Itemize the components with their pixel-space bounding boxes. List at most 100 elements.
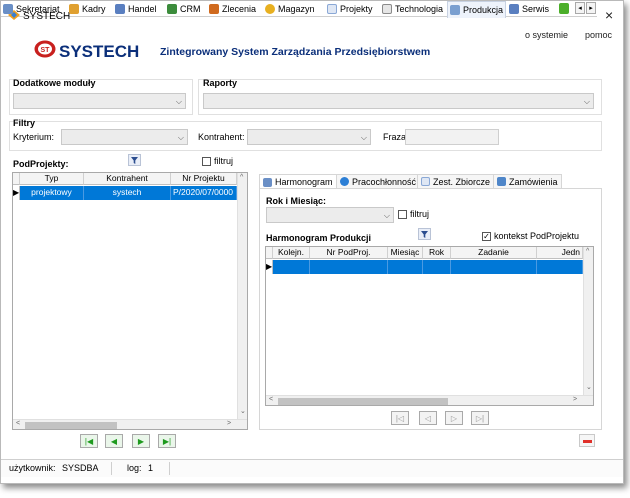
tab-zest-zbiorcze[interactable]: Zest. Zbiorcze	[417, 174, 495, 188]
status-bar: użytkownik: SYSDBA log: 1	[1, 459, 623, 477]
row-pointer-icon: ▶	[266, 260, 273, 274]
tab-pracochlonnosc[interactable]: Pracochłonność	[336, 174, 421, 188]
handshake-icon	[115, 4, 125, 14]
table-row-cell[interactable]	[451, 260, 537, 274]
additional-modules-select[interactable]: ⌵	[13, 93, 186, 109]
brand-logo-icon: ST	[34, 40, 56, 58]
chevron-down-icon: ⌵	[383, 211, 390, 220]
chart-icon	[167, 4, 177, 14]
funnel-icon[interactable]	[418, 228, 431, 240]
chevron-down-icon: ⌵	[583, 97, 590, 106]
schedule-title: Harmonogram Produkcji	[266, 233, 372, 243]
module-zlecenia[interactable]: Zlecenia	[209, 2, 256, 16]
log-value: 1	[148, 463, 154, 473]
people-icon	[69, 4, 79, 14]
next-record-icon[interactable]: ▷	[445, 411, 463, 425]
module-menu-bar: Sekretariat Kadry Handel CRM Zlecenia Ma…	[1, 1, 597, 18]
folder-icon	[3, 4, 13, 14]
table-row-cell[interactable]	[273, 260, 310, 274]
subprojects-filter-label: filtruj	[214, 156, 234, 166]
table-row-cell[interactable]	[537, 260, 583, 274]
criterion-select[interactable]: ⌵	[61, 129, 188, 145]
vertical-scrollbar[interactable]: ^ ⌄	[583, 247, 593, 395]
module-crm[interactable]: CRM	[167, 2, 201, 16]
table-row-cell-typ[interactable]: projektowy	[20, 186, 84, 200]
horizontal-scrollbar[interactable]: < >	[266, 395, 593, 405]
brand-title: SYSTECH	[59, 42, 140, 61]
table-row-cell[interactable]	[388, 260, 423, 274]
contractor-select[interactable]: ⌵	[247, 129, 371, 145]
module-projekty[interactable]: Projekty	[327, 2, 373, 16]
tab-zamowienia[interactable]: Zamówienia	[493, 174, 562, 188]
horizontal-scrollbar[interactable]: < >	[13, 419, 247, 429]
order-icon	[497, 177, 506, 186]
user-value: SYSDBA	[62, 463, 99, 473]
col-jedn[interactable]: Jedn	[537, 247, 583, 259]
refresh-icon	[340, 177, 349, 186]
delete-button[interactable]	[579, 434, 595, 447]
module-handel[interactable]: Handel	[115, 2, 157, 16]
funnel-icon[interactable]	[128, 154, 141, 166]
factory-icon	[450, 5, 460, 15]
chevron-down-icon: ⌵	[177, 133, 184, 142]
col-zadanie[interactable]: Zadanie	[451, 247, 537, 259]
menu-about[interactable]: o systemie	[525, 30, 568, 40]
col-miesiac[interactable]: Miesiąc	[388, 247, 423, 259]
menu-help[interactable]: pomoc	[585, 30, 612, 40]
svg-text:ST: ST	[41, 47, 51, 54]
puzzle-icon[interactable]	[559, 3, 569, 14]
module-magazyn[interactable]: Magazyn	[265, 2, 315, 16]
year-month-select[interactable]: ⌵	[266, 207, 394, 223]
context-label: kontekst PodProjektu	[494, 231, 580, 241]
scroll-left-icon[interactable]: ◂	[575, 2, 585, 14]
schedule-grid[interactable]: Kolejn. Nr PodProj. Miesiąc Rok Zadanie …	[265, 246, 594, 406]
module-sekretariat[interactable]: Sekretariat	[3, 2, 60, 16]
subprojects-label: PodProjekty:	[13, 159, 69, 169]
close-button[interactable]: ×	[605, 7, 613, 23]
year-month-filter-checkbox[interactable]	[398, 210, 407, 219]
prev-record-icon[interactable]: ◁	[419, 411, 437, 425]
first-record-icon[interactable]: |◁	[391, 411, 409, 425]
app-window: SYSTECH × o systemie pomoc ST SYSTECH Zi…	[0, 0, 624, 484]
col-typ[interactable]: Typ	[20, 173, 84, 185]
last-record-icon[interactable]: ▷|	[471, 411, 489, 425]
minus-icon	[583, 440, 592, 443]
prev-record-icon[interactable]: ◀	[105, 434, 123, 448]
module-kadry[interactable]: Kadry	[69, 2, 106, 16]
gear-document-icon	[382, 4, 392, 14]
col-rok[interactable]: Rok	[423, 247, 451, 259]
table-row-cell-nr[interactable]: P/2020/07/0000	[171, 186, 237, 200]
additional-modules-label: Dodatkowe moduły	[13, 78, 96, 88]
detail-tabs: Harmonogram Pracochłonność Zest. Zbiorcz…	[259, 174, 602, 189]
col-nr-projektu[interactable]: Nr Projektu	[171, 173, 237, 185]
bar-chart-icon	[209, 4, 219, 14]
reports-select[interactable]: ⌵	[203, 93, 594, 109]
last-record-icon[interactable]: ▶|	[158, 434, 176, 448]
phrase-input[interactable]	[405, 129, 499, 145]
subprojects-grid[interactable]: Typ Kontrahent Nr Projektu ▶ projektowy …	[12, 172, 248, 430]
subprojects-filter-checkbox[interactable]	[202, 157, 211, 166]
module-technologia[interactable]: Technologia	[382, 2, 443, 16]
tools-icon	[509, 4, 519, 14]
table-row-cell-kontrahent[interactable]: systech	[84, 186, 171, 200]
col-kolejn[interactable]: Kolejn.	[273, 247, 310, 259]
brand-subtitle: Zintegrowany System Zarządzania Przedsię…	[160, 46, 431, 58]
tab-harmonogram[interactable]: Harmonogram	[259, 174, 337, 189]
module-produkcja[interactable]: Produkcja	[447, 1, 507, 18]
reports-label: Raporty	[203, 78, 238, 88]
module-serwis[interactable]: Serwis	[509, 2, 549, 16]
document-icon	[327, 4, 337, 14]
chevron-down-icon: ⌵	[175, 97, 182, 106]
table-row-cell[interactable]	[310, 260, 388, 274]
table-row-cell[interactable]	[423, 260, 451, 274]
col-nr-podproj[interactable]: Nr PodProj.	[310, 247, 388, 259]
list-icon	[421, 177, 430, 186]
vertical-scrollbar[interactable]: ^ ⌄	[237, 173, 247, 419]
first-record-icon[interactable]: |◀	[80, 434, 98, 448]
next-record-icon[interactable]: ▶	[132, 434, 150, 448]
filters-label: Filtry	[13, 118, 36, 128]
col-kontrahent[interactable]: Kontrahent	[84, 173, 171, 185]
scroll-right-icon[interactable]: ▸	[586, 2, 596, 14]
context-checkbox[interactable]: ✓	[482, 232, 491, 241]
warehouse-icon	[265, 4, 275, 14]
